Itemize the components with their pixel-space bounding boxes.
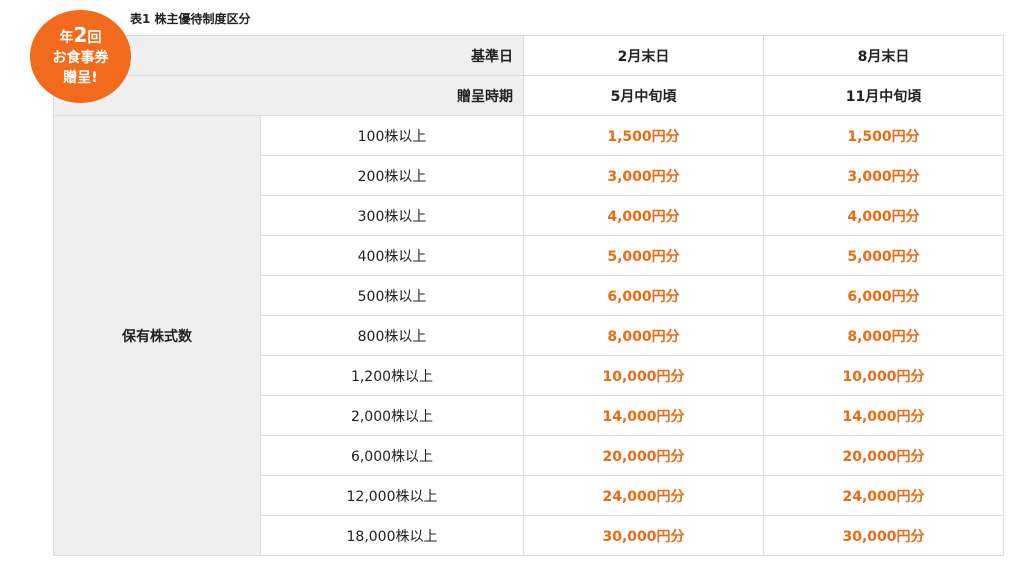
value-aug-cell: 4,000円分 [763, 195, 1004, 236]
col-period-aug: 11月中旬頃 [763, 75, 1004, 116]
promo-badge: 年2回 お食事券 贈呈! [30, 10, 131, 103]
shares-cell: 500株以上 [260, 275, 524, 316]
col-date-aug: 8月末日 [763, 35, 1004, 76]
badge-suffix: 回 [87, 30, 102, 46]
value-aug-cell: 30,000円分 [763, 515, 1004, 556]
value-feb-cell: 1,500円分 [523, 115, 764, 156]
shares-cell: 200株以上 [260, 155, 524, 196]
value-aug-cell: 20,000円分 [763, 435, 1004, 476]
value-feb-cell: 8,000円分 [523, 315, 764, 356]
value-feb-cell: 24,000円分 [523, 475, 764, 516]
shares-cell: 18,000株以上 [260, 515, 524, 556]
value-feb-cell: 4,000円分 [523, 195, 764, 236]
badge-prefix: 年 [59, 30, 74, 46]
value-aug-cell: 10,000円分 [763, 355, 1004, 396]
value-feb-cell: 30,000円分 [523, 515, 764, 556]
badge-line-2: お食事券 [52, 50, 109, 66]
value-feb-cell: 20,000円分 [523, 435, 764, 476]
header-row-period: 贈呈時期 5月中旬頃 11月中旬頃 [53, 75, 1004, 116]
badge-line-3: 贈呈! [63, 70, 98, 86]
benefit-table: 基準日 2月末日 8月末日 贈呈時期 5月中旬頃 11月中旬頃 保有株式数 100… [53, 35, 1004, 556]
value-feb-cell: 14,000円分 [523, 395, 764, 436]
table-row: 保有株式数 100株以上 1,500円分 1,500円分 [53, 115, 1004, 556]
value-aug-cell: 8,000円分 [763, 315, 1004, 356]
value-aug-cell: 1,500円分 [763, 115, 1004, 156]
value-feb-cell: 5,000円分 [523, 235, 764, 276]
value-feb-cell: 3,000円分 [523, 155, 764, 196]
badge-number: 2 [73, 23, 88, 47]
shares-cell: 6,000株以上 [260, 435, 524, 476]
value-feb-cell: 10,000円分 [523, 355, 764, 396]
header-row-date: 基準日 2月末日 8月末日 [53, 35, 1004, 76]
shares-cell: 2,000株以上 [260, 395, 524, 436]
shares-cell: 800株以上 [260, 315, 524, 356]
shares-cell: 400株以上 [260, 235, 524, 276]
value-aug-cell: 3,000円分 [763, 155, 1004, 196]
period-label: 贈呈時期 [53, 75, 524, 116]
group-label: 保有株式数 [53, 115, 261, 556]
shares-cell: 100株以上 [260, 115, 524, 156]
value-aug-cell: 24,000円分 [763, 475, 1004, 516]
shares-cell: 12,000株以上 [260, 475, 524, 516]
value-aug-cell: 5,000円分 [763, 235, 1004, 276]
shares-cell: 300株以上 [260, 195, 524, 236]
table-caption: 表1 株主優待制度区分 [130, 12, 251, 26]
shares-cell: 1,200株以上 [260, 355, 524, 396]
col-date-feb: 2月末日 [523, 35, 764, 76]
value-aug-cell: 6,000円分 [763, 275, 1004, 316]
col-period-feb: 5月中旬頃 [523, 75, 764, 116]
value-aug-cell: 14,000円分 [763, 395, 1004, 436]
badge-line-1: 年2回 [60, 25, 102, 48]
value-feb-cell: 6,000円分 [523, 275, 764, 316]
